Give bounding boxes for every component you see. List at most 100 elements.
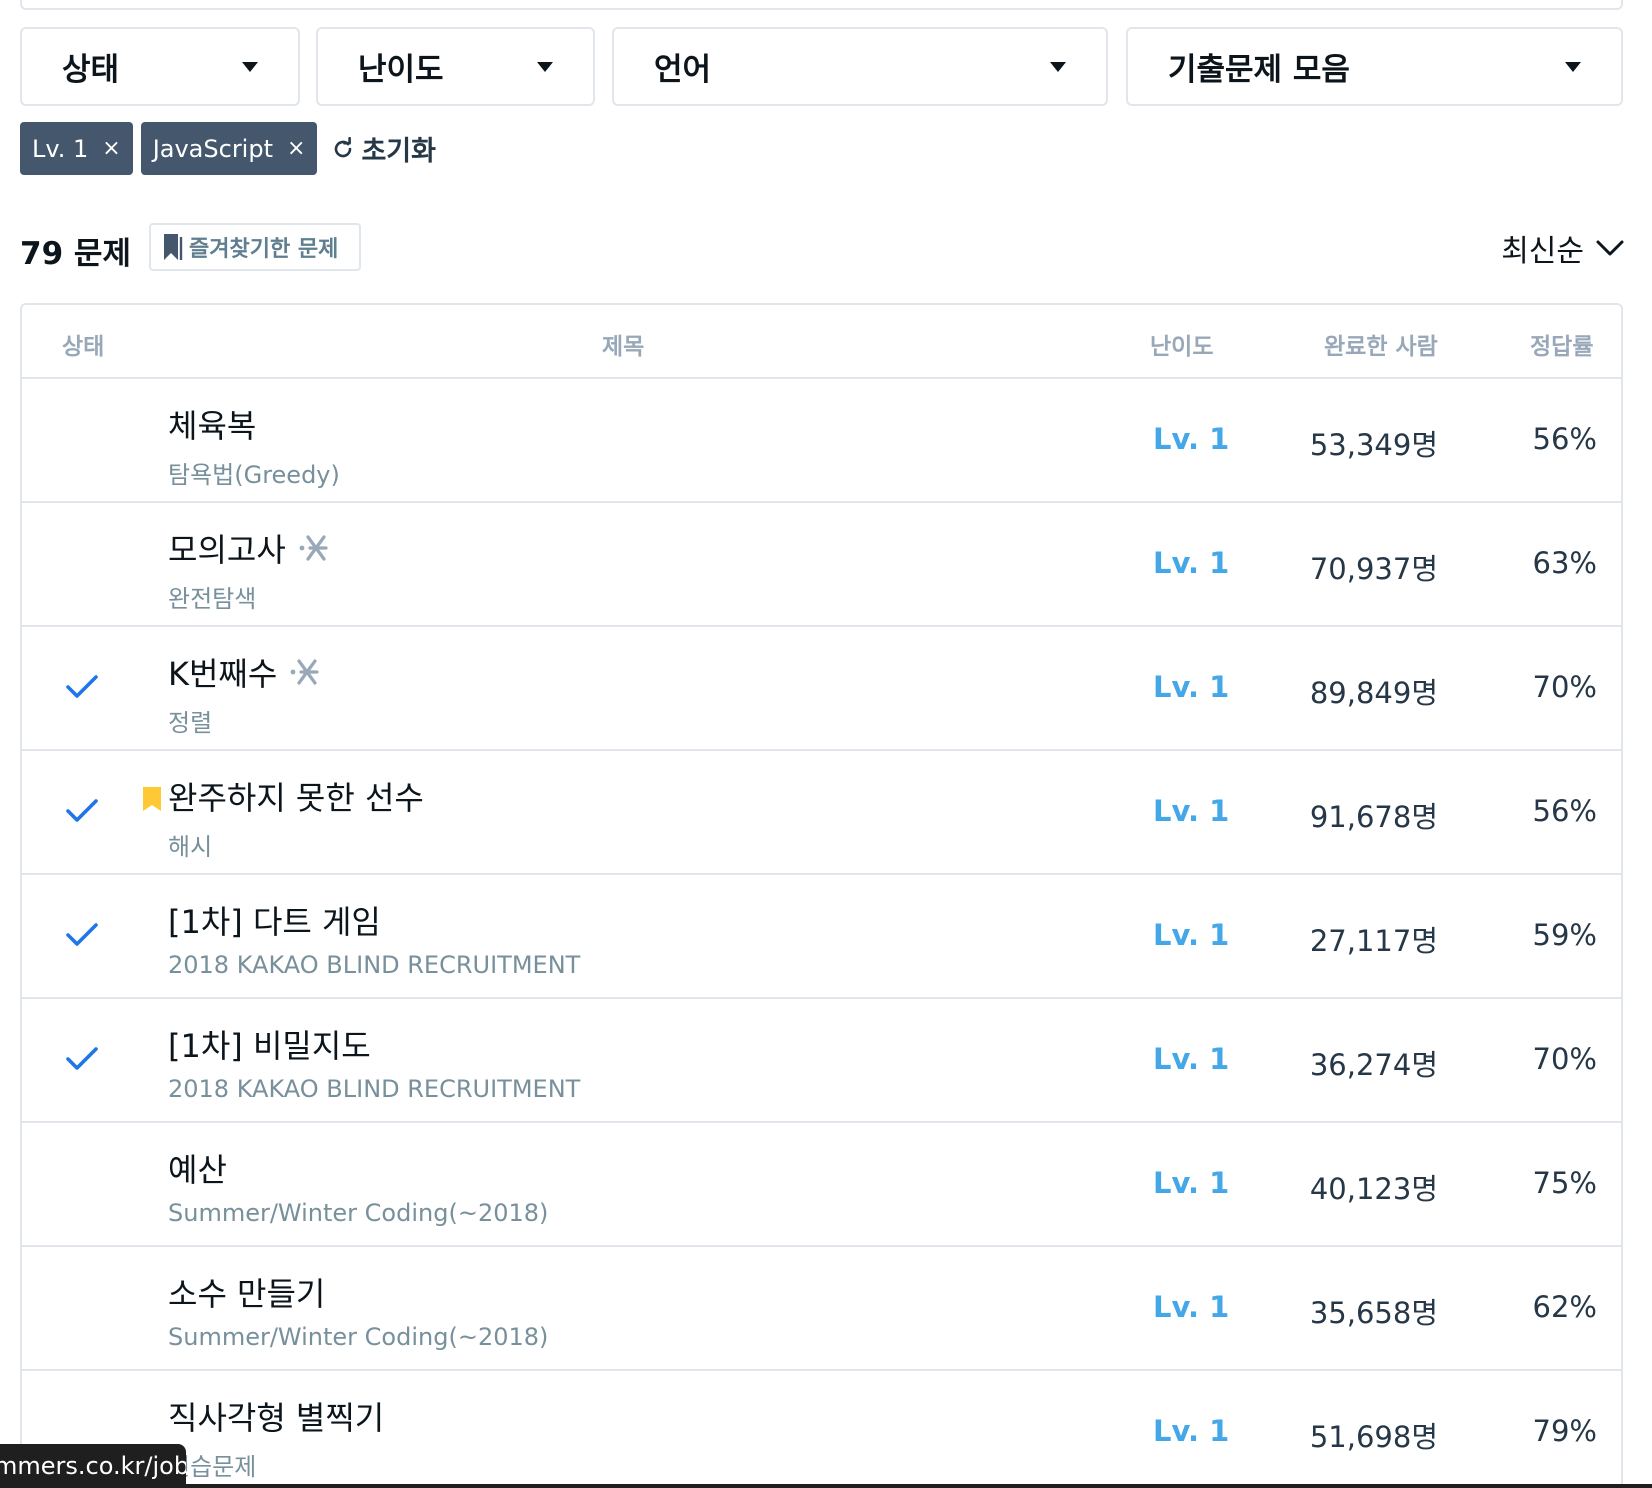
problem-level: Lv. 1 [1153, 794, 1230, 828]
chip-label: Lv. 1 [32, 134, 89, 163]
accuracy-rate: 56% [1532, 422, 1597, 456]
problem-title-text[interactable]: 예산 [168, 1145, 227, 1191]
collection-filter-label: 기출문제 모음 [1168, 52, 1350, 88]
problem-title-text[interactable]: 완주하지 못한 선수 [168, 773, 424, 819]
problem-title[interactable]: K번째수 [168, 649, 323, 695]
table-row[interactable]: 체육복탐욕법(Greedy) Lv. 1 53,349명 56% [22, 379, 1621, 503]
close-icon[interactable]: × [287, 136, 305, 161]
table-row[interactable]: [1차] 다트 게임 2018 KAKAO BLIND RECRUITMENT Lv… [22, 875, 1621, 999]
header-status: 상태 [62, 334, 105, 360]
sparkle-icon [290, 659, 319, 685]
table-row[interactable]: 완주하지 못한 선수해시 Lv. 1 91,678명 56% [22, 751, 1621, 875]
table-row[interactable]: K번째수정렬 Lv. 1 89,849명 70% [22, 627, 1621, 751]
filter-bar: 상태 난이도 언어 기출문제 모음 [20, 27, 1623, 106]
problem-category: Summer/Winter Coding(~2018) [168, 1323, 549, 1351]
language-filter-label: 언어 [654, 52, 712, 88]
problem-title-text[interactable]: [1차] 다트 게임 [168, 897, 381, 943]
problem-title-text[interactable]: 직사각형 별찍기 [168, 1393, 384, 1439]
problem-level: Lv. 1 [1153, 670, 1230, 704]
window-bottom-edge [0, 1484, 1652, 1488]
status-filter-label: 상태 [62, 52, 120, 88]
table-row[interactable]: 모의고사 완전탐색 Lv. 1 70,937명 63% [22, 503, 1621, 627]
problem-level: Lv. 1 [1153, 1414, 1230, 1448]
chip-label: JavaScript [152, 134, 273, 163]
completed-count: 89,849명 [1309, 676, 1438, 710]
search-box-edge [20, 0, 1623, 10]
bookmarked-problems-label: 즐겨찾기한 문제 [189, 237, 339, 262]
chevron-down-icon [1596, 240, 1624, 256]
problem-title[interactable]: [1차] 비밀지도 [168, 1021, 371, 1067]
caret-down-icon [242, 61, 258, 72]
problem-title[interactable]: 예산 [168, 1145, 227, 1191]
accuracy-rate: 56% [1532, 794, 1597, 828]
problem-category: 탐욕법(Greedy) [168, 461, 340, 489]
check-icon [66, 799, 98, 822]
difficulty-filter-dropdown[interactable]: 난이도 [316, 27, 595, 106]
table-row[interactable]: 소수 만들기 Summer/Winter Coding(~2018) Lv. 1 35… [22, 1247, 1621, 1371]
filter-chip-level[interactable]: Lv. 1 × [20, 122, 133, 175]
completed-count: 27,117명 [1309, 924, 1438, 958]
problem-title[interactable]: 직사각형 별찍기 [168, 1393, 384, 1439]
table-body: 체육복 탐욕법(Greedy) Lv. 1 53,349명 56% 모의고사 완전탐색 Lv.… [22, 379, 1621, 1488]
sort-label: 최신순 [1501, 234, 1584, 269]
completed-count: 70,937명 [1309, 552, 1438, 586]
table-header: 상태 제목 난이도 완료한 사람 정답률 [22, 305, 1621, 379]
reset-filters-button[interactable]: 초기화 [331, 129, 436, 168]
caret-down-icon [537, 61, 553, 72]
header-title: 제목 [602, 334, 645, 360]
check-icon [66, 1047, 98, 1070]
accuracy-rate: 62% [1532, 1290, 1597, 1324]
status-filter-dropdown[interactable]: 상태 [20, 27, 300, 106]
table-row[interactable]: 직사각형 별찍기 연습문제 Lv. 1 51,698명 79% [22, 1371, 1621, 1488]
problem-count: 79 문제 [20, 236, 131, 272]
problem-level: Lv. 1 [1153, 1166, 1230, 1200]
problem-title-text[interactable]: 소수 만들기 [168, 1269, 325, 1315]
completed-count: 51,698명 [1309, 1420, 1438, 1454]
problem-level: Lv. 1 [1153, 1290, 1230, 1324]
difficulty-filter-label: 난이도 [358, 52, 444, 88]
problem-table: 상태 제목 난이도 완료한 사람 정답률 체육복탐욕법(Greedy) Lv. 1… [20, 303, 1623, 1488]
problem-title[interactable]: 모의고사 [168, 525, 332, 571]
header-accuracy: 정답률 [1530, 334, 1594, 360]
problem-category: 해시 [168, 833, 213, 861]
problem-level: Lv. 1 [1153, 1042, 1230, 1076]
bookmark-icon [143, 787, 161, 811]
accuracy-rate: 79% [1532, 1414, 1597, 1448]
check-icon [66, 675, 98, 698]
completed-count: 91,678명 [1309, 800, 1438, 834]
bookmarked-problems-button[interactable]: 즐겨찾기한 문제 [149, 223, 361, 271]
problem-category: 정렬 [168, 709, 213, 737]
language-filter-dropdown[interactable]: 언어 [612, 27, 1108, 106]
completed-count: 36,274명 [1309, 1048, 1438, 1082]
collection-filter-dropdown[interactable]: 기출문제 모음 [1126, 27, 1623, 106]
refresh-icon [335, 136, 352, 157]
sparkle-icon [299, 535, 328, 561]
table-row[interactable]: 예산 Summer/Winter Coding(~2018) Lv. 1 40,123… [22, 1123, 1621, 1247]
completed-count: 40,123명 [1309, 1172, 1438, 1206]
problem-level: Lv. 1 [1153, 422, 1230, 456]
problem-title-text[interactable]: K번째수 [168, 649, 277, 695]
bookmark-icon [164, 234, 183, 260]
accuracy-rate: 75% [1532, 1166, 1597, 1200]
problem-title[interactable]: 완주하지 못한 선수 [168, 773, 424, 819]
table-row[interactable]: [1차] 비밀지도 2018 KAKAO BLIND RECRUITMENT Lv.… [22, 999, 1621, 1123]
active-filters: Lv. 1 × JavaScript × 초기화 [20, 122, 436, 175]
caret-down-icon [1565, 61, 1581, 72]
problem-category: 2018 KAKAO BLIND RECRUITMENT [168, 1075, 581, 1103]
accuracy-rate: 70% [1532, 670, 1597, 704]
problem-title-text[interactable]: 모의고사 [168, 525, 286, 571]
sort-dropdown[interactable]: 최신순 [1501, 226, 1624, 270]
completed-count: 53,349명 [1309, 428, 1438, 462]
problem-title[interactable]: 체육복 [168, 401, 256, 447]
accuracy-rate: 63% [1532, 546, 1597, 580]
problem-title-text[interactable]: [1차] 비밀지도 [168, 1021, 371, 1067]
close-icon[interactable]: × [102, 136, 120, 161]
problem-title[interactable]: [1차] 다트 게임 [168, 897, 381, 943]
filter-chip-language[interactable]: JavaScript × [140, 122, 318, 175]
status-bar-url: mmers.co.kr/job [0, 1444, 186, 1488]
problem-title-text[interactable]: 체육복 [168, 401, 256, 447]
problem-title[interactable]: 소수 만들기 [168, 1269, 325, 1315]
problem-level: Lv. 1 [1153, 546, 1230, 580]
reset-label: 초기화 [361, 136, 436, 167]
caret-down-icon [1050, 61, 1066, 72]
